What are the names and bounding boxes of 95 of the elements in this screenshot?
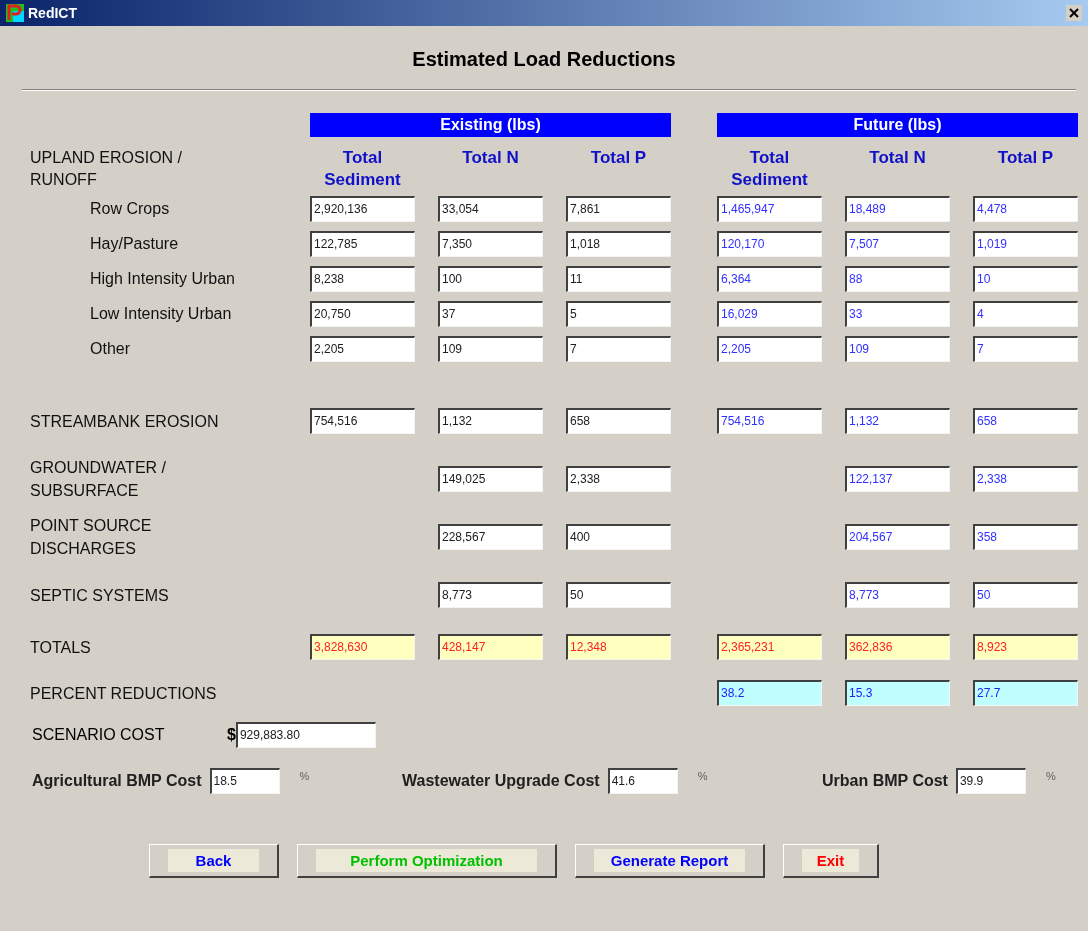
value-field[interactable]: 7,350 xyxy=(438,230,543,257)
value-field[interactable]: 27.7 xyxy=(973,680,1078,706)
section-label: UPLAND EROSION / RUNOFF xyxy=(30,148,183,190)
percent-unit: % xyxy=(1045,770,1056,782)
value-field[interactable]: 8,923 xyxy=(973,634,1078,660)
percent-unit: % xyxy=(697,770,708,782)
value-field[interactable]: 228,567 xyxy=(438,524,543,550)
value-field[interactable]: 658 xyxy=(566,408,671,434)
value-field[interactable]: 88 xyxy=(845,265,950,292)
window-title: RedICT xyxy=(28,5,78,21)
value-field[interactable]: 2,205 xyxy=(310,335,415,362)
value-field[interactable]: 428,147 xyxy=(438,634,543,660)
scenario-cost-field[interactable]: 929,883.80 xyxy=(235,722,376,748)
value-field[interactable]: 8,238 xyxy=(310,265,415,292)
value-field[interactable]: 38.2 xyxy=(717,680,822,706)
row-label: SEPTIC SYSTEMS xyxy=(30,585,169,606)
value-field[interactable]: 6,364 xyxy=(717,265,822,292)
value-field[interactable]: 1,132 xyxy=(438,408,543,434)
cost-field[interactable]: 39.9 xyxy=(955,768,1026,794)
value-field[interactable]: 7,507 xyxy=(845,230,950,257)
page-heading: Estimated Load Reductions xyxy=(412,48,676,71)
value-field[interactable]: 1,018 xyxy=(566,230,671,257)
scenario-cost-label: SCENARIO COST xyxy=(32,726,166,744)
value-field[interactable]: 33 xyxy=(845,300,950,327)
column-header: Total Sediment xyxy=(730,147,809,191)
value-field[interactable]: 15.3 xyxy=(845,680,950,706)
value-field[interactable]: 4 xyxy=(973,300,1078,327)
value-field[interactable]: 50 xyxy=(973,582,1078,608)
value-field[interactable]: 2,365,231 xyxy=(717,634,822,660)
value-field[interactable]: 362,836 xyxy=(845,634,950,660)
value-field[interactable]: 10 xyxy=(973,265,1078,292)
value-field[interactable]: 3,828,630 xyxy=(310,634,415,660)
row-label: High Intensity Urban xyxy=(90,269,235,289)
close-button[interactable] xyxy=(1066,5,1082,21)
value-field[interactable]: 400 xyxy=(566,524,671,550)
row-label: TOTALS xyxy=(30,637,91,658)
value-field[interactable]: 109 xyxy=(845,335,950,362)
value-field[interactable]: 7 xyxy=(566,335,671,362)
value-field[interactable]: 8,773 xyxy=(438,582,543,608)
column-header: Total N xyxy=(868,147,927,169)
value-field[interactable]: 1,019 xyxy=(973,230,1078,257)
row-label: Low Intensity Urban xyxy=(90,304,232,324)
value-field[interactable]: 1,132 xyxy=(845,408,950,434)
value-field[interactable]: 122,137 xyxy=(845,466,950,492)
value-field[interactable]: 754,516 xyxy=(717,408,822,434)
value-field[interactable]: 100 xyxy=(438,265,543,292)
currency-sign: $ xyxy=(227,726,236,744)
value-field[interactable]: 50 xyxy=(566,582,671,608)
value-field[interactable]: 33,054 xyxy=(438,195,543,222)
row-label: POINT SOURCE DISCHARGES xyxy=(30,516,152,559)
group-header: Existing (lbs) xyxy=(310,113,671,137)
value-field[interactable]: 204,567 xyxy=(845,524,950,550)
app-icon xyxy=(6,4,24,22)
row-label: GROUNDWATER / SUBSURFACE xyxy=(30,458,166,501)
row-label: PERCENT REDUCTIONS xyxy=(30,683,217,704)
cost-label: Wastewater Upgrade Cost xyxy=(402,772,600,790)
value-field[interactable]: 358 xyxy=(973,524,1078,550)
cost-label: Urban BMP Cost xyxy=(822,772,948,790)
column-header: Total P xyxy=(996,147,1055,169)
value-field[interactable]: 658 xyxy=(973,408,1078,434)
value-field[interactable]: 754,516 xyxy=(310,408,415,434)
value-field[interactable]: 7,861 xyxy=(566,195,671,222)
value-field[interactable]: 2,920,136 xyxy=(310,195,415,222)
percent-unit: % xyxy=(299,770,310,782)
value-field[interactable]: 2,205 xyxy=(717,335,822,362)
value-field[interactable]: 2,338 xyxy=(566,466,671,492)
value-field[interactable]: 12,348 xyxy=(566,634,671,660)
column-header: Total Sediment xyxy=(323,147,402,191)
cost-field[interactable]: 41.6 xyxy=(607,768,678,794)
value-field[interactable]: 2,338 xyxy=(973,466,1078,492)
value-field[interactable]: 149,025 xyxy=(438,466,543,492)
cost-field[interactable]: 18.5 xyxy=(209,768,280,794)
row-label: Row Crops xyxy=(90,199,170,219)
value-field[interactable]: 120,170 xyxy=(717,230,822,257)
column-header: Total N xyxy=(461,147,520,169)
value-field[interactable]: 8,773 xyxy=(845,582,950,608)
value-field[interactable]: 18,489 xyxy=(845,195,950,222)
row-label: STREAMBANK EROSION xyxy=(30,411,219,432)
value-field[interactable]: 122,785 xyxy=(310,230,415,257)
value-field[interactable]: 7 xyxy=(973,335,1078,362)
cost-label: Agricultural BMP Cost xyxy=(32,772,202,790)
value-field[interactable]: 1,465,947 xyxy=(717,195,822,222)
value-field[interactable]: 11 xyxy=(566,265,671,292)
group-header: Future (lbs) xyxy=(717,113,1078,137)
action-button[interactable]: Back xyxy=(149,844,279,878)
value-field[interactable]: 37 xyxy=(438,300,543,327)
action-button[interactable]: Generate Report xyxy=(575,844,765,878)
column-header: Total P xyxy=(589,147,648,169)
row-label: Hay/Pasture xyxy=(90,234,179,254)
value-field[interactable]: 16,029 xyxy=(717,300,822,327)
value-field[interactable]: 20,750 xyxy=(310,300,415,327)
value-field[interactable]: 109 xyxy=(438,335,543,362)
value-field[interactable]: 5 xyxy=(566,300,671,327)
row-label: Other xyxy=(90,339,130,359)
value-field[interactable]: 4,478 xyxy=(973,195,1078,222)
